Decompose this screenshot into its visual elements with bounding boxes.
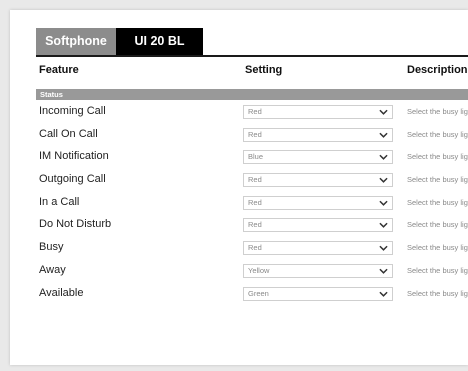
table-row: Outgoing Call Red Select the busy light — [36, 169, 468, 192]
feature-label: Incoming Call — [39, 105, 106, 117]
section-header-status: Status — [36, 89, 468, 100]
chevron-down-icon — [379, 200, 388, 206]
feature-label: Call On Call — [39, 127, 98, 140]
chevron-down-icon — [379, 132, 388, 138]
setting-select[interactable]: Red — [243, 241, 393, 256]
table-row: Call On Call Red Select the busy light — [36, 124, 468, 147]
row-description: Select the busy light — [407, 107, 468, 116]
column-header-setting: Setting — [245, 64, 283, 76]
table-row: IM Notification Blue Select the busy lig… — [36, 146, 468, 169]
table-row: Busy Red Select the busy light — [36, 237, 468, 260]
setting-value: Red — [248, 129, 262, 139]
feature-label: Outgoing Call — [39, 173, 106, 186]
setting-select[interactable]: Blue — [243, 150, 393, 165]
table-row: Available Green Select the busy light — [36, 283, 468, 306]
chevron-down-icon — [379, 268, 388, 274]
chevron-down-icon — [379, 223, 388, 229]
setting-value: Red — [248, 220, 262, 230]
table-header: Feature Setting Description — [36, 64, 468, 80]
chevron-down-icon — [379, 177, 388, 183]
feature-label: Do Not Disturb — [39, 218, 112, 231]
table-row: Incoming Call Red Select the busy light — [36, 101, 468, 124]
row-description: Select the busy light — [407, 220, 468, 230]
setting-select[interactable]: Yellow — [243, 263, 393, 278]
feature-label: IM Notification — [39, 150, 109, 163]
setting-value: Red — [248, 243, 262, 253]
column-header-feature: Feature — [39, 64, 79, 76]
setting-value: Yellow — [248, 265, 270, 275]
row-description: Select the busy light — [407, 152, 468, 162]
setting-value: Red — [248, 197, 262, 207]
feature-rows: Incoming Call Red Select the busy light … — [36, 101, 468, 305]
tab-underline — [36, 55, 468, 57]
setting-select[interactable]: Green — [243, 286, 393, 301]
feature-label: Busy — [39, 241, 64, 254]
feature-label: Available — [39, 286, 84, 299]
table-row: Away Yellow Select the busy light — [36, 260, 468, 283]
tab-ui-20-bl-usb[interactable]: UI 20 BL USB — [116, 28, 203, 75]
row-description: Select the busy light — [407, 265, 468, 275]
setting-value: Blue — [248, 152, 264, 162]
column-header-description: Description — [407, 64, 468, 76]
tab-softphone[interactable]: Softphone — [36, 28, 116, 55]
setting-select[interactable]: Red — [243, 218, 393, 233]
feature-label: In a Call — [39, 195, 80, 208]
row-description: Select the busy light — [407, 175, 468, 185]
row-description: Select the busy light — [407, 243, 468, 253]
setting-select[interactable]: Red — [243, 105, 393, 119]
setting-select[interactable]: Red — [243, 173, 393, 188]
tab-bar: Softphone UI 20 BL USB — [36, 28, 203, 75]
setting-value: Red — [248, 175, 262, 185]
setting-select[interactable]: Red — [243, 195, 393, 210]
table-row: In a Call Red Select the busy light — [36, 192, 468, 215]
chevron-down-icon — [379, 155, 388, 161]
row-description: Select the busy light — [407, 129, 468, 139]
chevron-down-icon — [379, 291, 388, 297]
feature-label: Away — [39, 263, 66, 276]
chevron-down-icon — [379, 245, 388, 251]
chevron-down-icon — [379, 109, 388, 115]
table-row: Do Not Disturb Red Select the busy light — [36, 214, 468, 237]
row-description: Select the busy light — [407, 288, 468, 298]
setting-value: Green — [248, 288, 269, 298]
row-description: Select the busy light — [407, 197, 468, 207]
setting-value: Red — [248, 107, 262, 116]
settings-panel: Softphone UI 20 BL USB Feature Setting D… — [10, 10, 468, 365]
setting-select[interactable]: Red — [243, 127, 393, 142]
